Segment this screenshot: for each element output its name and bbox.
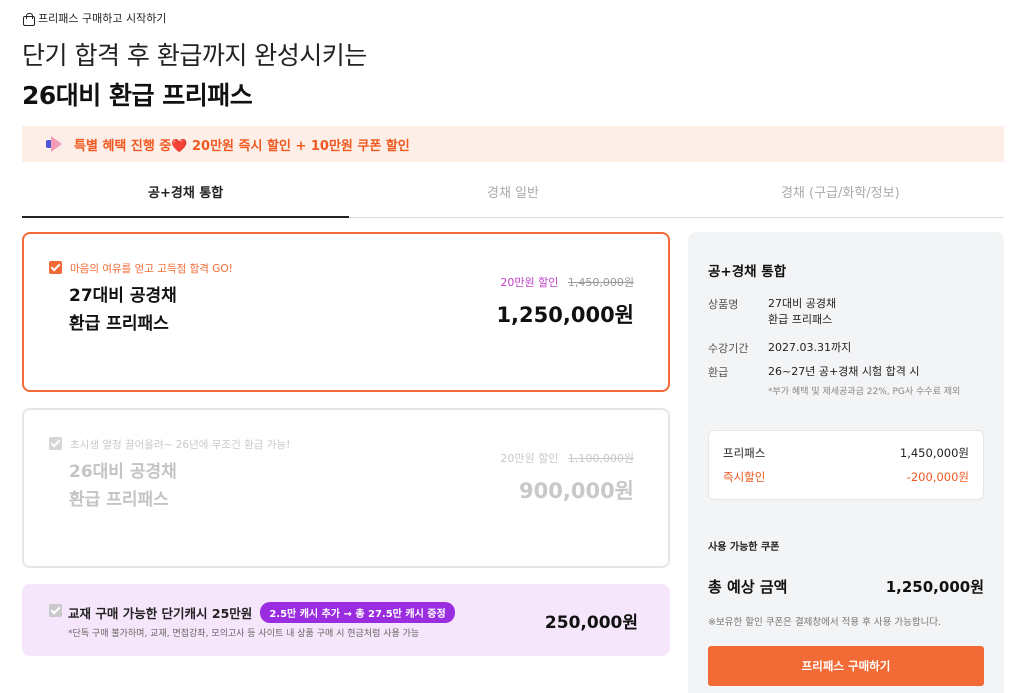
product-discount: 20만원 할인 1,450,000원 [500,274,634,290]
tab-general[interactable]: 경채 일반 [349,176,676,217]
shopping-bag-icon [22,12,35,26]
instant-discount-label: 즉시할인 [723,470,766,484]
summary-refund-row: 환급 26~27년 공+경채 시험 합격 시 [708,364,920,380]
breadcrumb-label: 프리패스 구매하고 시작하기 [38,12,167,25]
summary-period-label: 수강기간 [708,342,749,355]
summary-title: 공+경채 통합 [708,264,787,280]
total-value: 1,250,000원 [885,578,984,596]
instant-discount-value: -200,000원 [906,470,969,484]
cash-price: 250,000원 [544,613,638,633]
cash-card[interactable]: 교재 구매 가능한 단기캐시 25만원 2.5만 캐시 추가 → 총 27.5만… [22,584,670,656]
product-card-26[interactable]: 초시생 열정 끌어올려~ 26년에 무조건 환급 가능! 26대비 공경채 환급… [22,408,670,568]
breadcrumb: 프리패스 구매하고 시작하기 [22,10,166,26]
product-title: 26대비 공경채 환급 프리패스 [69,458,177,514]
product-title-line2: 환급 프리패스 [69,490,169,510]
category-tabs: 공+경채 통합 경채 일반 경채 (구급/화학/정보) [22,176,1004,218]
checkbox-disabled-icon[interactable] [49,437,62,450]
product-title: 27대비 공경채 환급 프리패스 [69,282,177,338]
coupon-label[interactable]: 사용 가능한 쿠폰 [708,538,779,553]
tab-integrated[interactable]: 공+경채 통합 [22,176,350,218]
promo-banner: 특별 혜택 진행 중❤️ 20만원 즉시 할인 + 10만원 쿠폰 할인 [22,126,1004,162]
product-title-line1: 27대비 공경채 [69,286,177,306]
buy-freepass-button[interactable]: 프리패스 구매하기 [708,646,984,686]
summary-product-value: 27대비 공경채 환급 프리패스 [768,296,836,328]
summary-refund-label: 환급 [708,366,729,379]
original-price: 1,100,000원 [567,452,634,465]
summary-product-label: 상품명 [708,298,739,311]
total-label: 총 예상 금액 [708,578,788,596]
summary-product-line1: 27대비 공경채 [768,297,837,310]
freepass-value: 1,450,000원 [899,446,969,460]
cash-bonus-badge: 2.5만 캐시 추가 → 총 27.5만 캐시 증정 [260,602,455,623]
summary-refund-note: *부가 혜택 및 제세공과금 22%, PG사 수수료 제외 [768,387,961,397]
product-discount: 20만원 할인 1,100,000원 [500,450,634,466]
freepass-label: 프리패스 [723,446,766,460]
tab-special[interactable]: 경채 (구급/화학/정보) [677,176,1004,217]
product-price: 1,250,000원 [496,303,634,327]
instant-discount-row: 즉시할인 -200,000원 [723,469,969,485]
product-tag: 마음의 여유를 얻고 고득점 합격 GO! [70,263,233,275]
headline-sub: 단기 합격 후 환급까지 완성시키는 [22,41,367,70]
checkbox-disabled-icon[interactable] [49,604,62,617]
summary-refund-value: 26~27년 공+경채 시험 합격 시 [768,365,920,378]
discount-label: 20만원 할인 [500,276,559,289]
cash-note: *단독 구매 불가하며, 교재, 면접강좌, 모의고사 등 사이트 내 상품 구… [68,629,420,639]
promo-text: 특별 혜택 진행 중❤️ 20만원 즉시 할인 + 10만원 쿠폰 할인 [74,138,410,154]
product-title-line1: 26대비 공경채 [69,462,177,482]
summary-period-value: 2027.03.31까지 [768,341,852,354]
freepass-price-row: 프리패스 1,450,000원 [723,445,969,461]
product-price: 900,000원 [519,479,634,503]
product-tag: 초시생 열정 끌어올려~ 26년에 무조건 환급 가능! [70,439,291,451]
megaphone-icon [46,136,64,152]
product-card-27[interactable]: 마음의 여유를 얻고 고득점 합격 GO! 27대비 공경채 환급 프리패스 2… [22,232,670,392]
discount-label: 20만원 할인 [500,452,559,465]
summary-product-line2: 환급 프리패스 [768,313,833,326]
cash-title: 교재 구매 가능한 단기캐시 25만원 [68,606,253,621]
cash-title-row: 교재 구매 가능한 단기캐시 25만원 2.5만 캐시 추가 → 총 27.5만… [68,602,455,623]
headline-main: 26대비 환급 프리패스 [22,81,253,110]
checkbox-checked-icon[interactable] [49,261,62,274]
product-title-line2: 환급 프리패스 [69,314,169,334]
summary-period-row: 수강기간 2027.03.31까지 [708,340,851,356]
coupon-hint: ※보유한 할인 쿠폰은 결제창에서 적용 후 사용 가능합니다. [708,617,942,628]
summary-product-row: 상품명 27대비 공경채 환급 프리패스 [708,296,836,328]
price-breakdown: 프리패스 1,450,000원 즉시할인 -200,000원 [708,430,984,500]
original-price: 1,450,000원 [567,276,634,289]
order-summary: 공+경채 통합 상품명 27대비 공경채 환급 프리패스 수강기간 2027.0… [688,232,1004,693]
